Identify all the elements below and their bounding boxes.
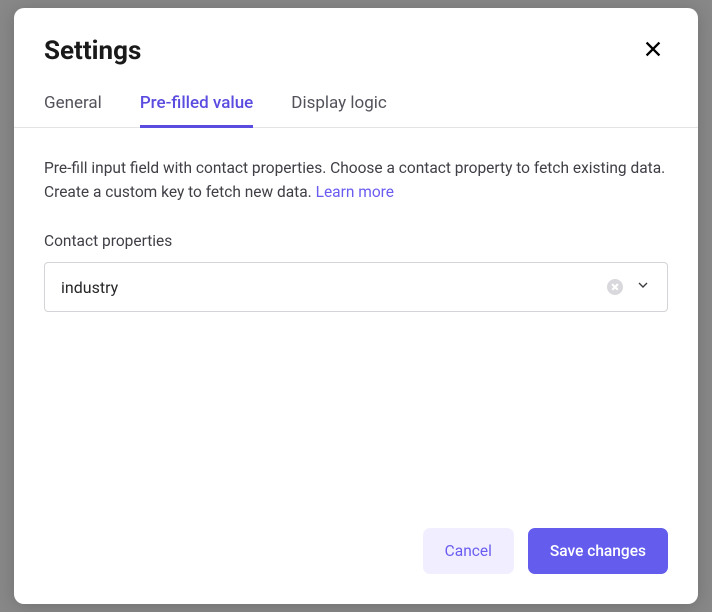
save-changes-button[interactable]: Save changes	[528, 528, 668, 574]
modal-footer: Cancel Save changes	[14, 508, 698, 604]
modal-content: Pre-fill input field with contact proper…	[14, 128, 698, 508]
modal-title: Settings	[44, 36, 141, 66]
chevron-down-icon	[635, 277, 651, 297]
tab-prefilled-value[interactable]: Pre-filled value	[140, 83, 253, 127]
cancel-button[interactable]: Cancel	[423, 528, 514, 574]
learn-more-link[interactable]: Learn more	[316, 183, 394, 201]
close-icon	[642, 38, 664, 63]
contact-properties-label: Contact properties	[44, 232, 668, 250]
clear-icon[interactable]	[607, 279, 623, 295]
select-value: industry	[61, 278, 607, 297]
modal-header: Settings	[14, 8, 698, 83]
tabs: General Pre-filled value Display logic	[14, 83, 698, 128]
description-text: Pre-fill input field with contact proper…	[44, 156, 668, 204]
close-button[interactable]	[638, 34, 668, 67]
settings-modal: Settings General Pre-filled value Displa…	[14, 8, 698, 604]
contact-properties-select[interactable]: industry	[44, 262, 668, 312]
tab-display-logic[interactable]: Display logic	[291, 83, 387, 127]
tab-general[interactable]: General	[44, 83, 102, 127]
